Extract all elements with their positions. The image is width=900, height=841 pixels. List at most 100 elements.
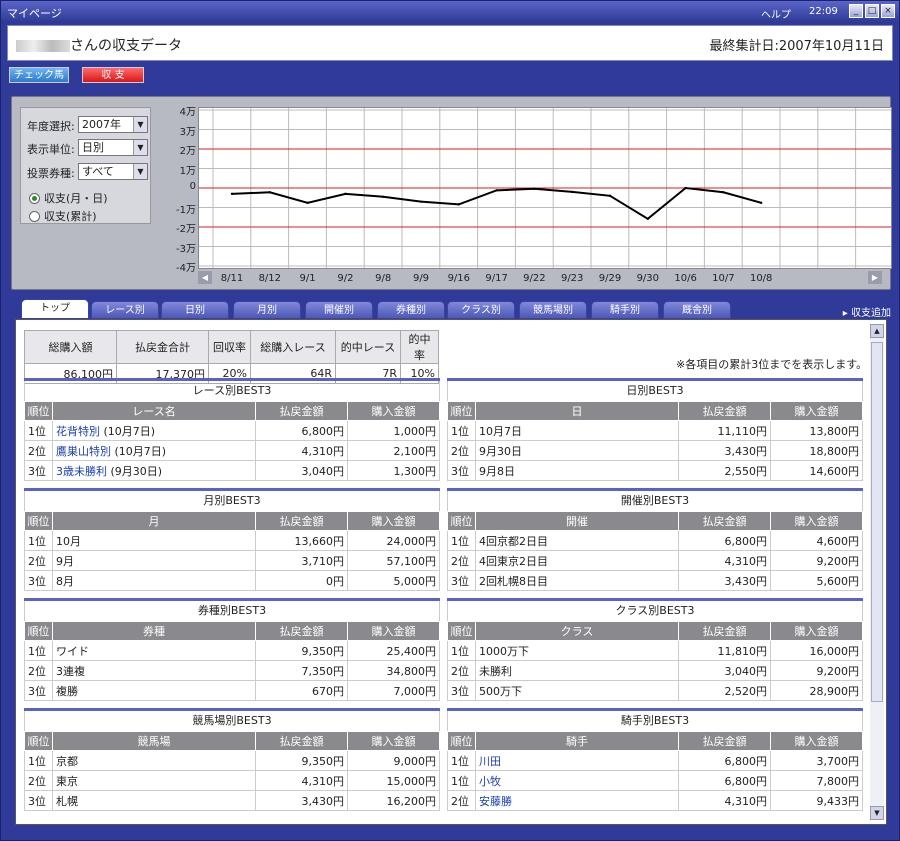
name-cell: 川田: [475, 750, 679, 771]
unit-select-value: 日別: [82, 141, 104, 154]
tab-1[interactable]: レース別: [91, 301, 159, 319]
rank-cell: 2位: [24, 770, 53, 791]
table-row: 2位 9月 3,710円 57,100円: [24, 550, 440, 571]
balance-button[interactable]: 収 支: [82, 67, 144, 83]
scroll-right-button[interactable]: ▶: [868, 271, 882, 284]
purchase-cell: 34,800円: [347, 660, 440, 681]
rank-cell: 3位: [447, 680, 476, 701]
scroll-down-button[interactable]: ▼: [870, 806, 884, 820]
x-tick-label: 9/29: [598, 273, 622, 284]
vertical-scrollbar[interactable]: ▲ ▼: [870, 324, 884, 820]
unit-select[interactable]: 日別 ▼: [78, 139, 148, 156]
purchase-cell: 13,800円: [770, 420, 863, 441]
table-row: 3位 9月8日 2,550円 14,600円: [447, 460, 863, 481]
rank-cell: 3位: [24, 460, 53, 481]
payout-cell: 3,040円: [678, 660, 771, 681]
tab-8[interactable]: 騎手別: [591, 301, 659, 319]
box-title: 月別BEST3: [24, 491, 440, 511]
table-row: 3位 500万下 2,520円 28,900円: [447, 680, 863, 701]
data-point: [608, 194, 612, 197]
rank-cell: 2位: [24, 550, 53, 571]
payout-cell: 4,310円: [255, 440, 348, 461]
rank-cell: 1位: [24, 530, 53, 551]
rank-cell: 3位: [24, 680, 53, 701]
best3-box: レース別BEST3 順位 レース名 払戻金額 購入金額 1位 花背特別 (10月7日) 6,8…: [24, 378, 440, 481]
check-horse-button[interactable]: チェック馬: [9, 67, 69, 83]
name-link[interactable]: 3歳未勝利: [56, 465, 107, 478]
best3-table: 順位 騎手 払戻金額 購入金額 1位 川田 6,800円 3,700円 1位 小牧 6,800円 7,…: [447, 731, 863, 811]
name-cell: 京都: [52, 750, 256, 771]
name-date: (10月7日): [100, 424, 156, 438]
purchase-cell: 4,600円: [770, 530, 863, 551]
column-header: 券種: [52, 621, 256, 641]
table-row: 2位 鷹巣山特別 (10月7日) 4,310円 2,100円: [24, 440, 440, 461]
tab-9[interactable]: 厩舎別: [663, 301, 731, 319]
name-link[interactable]: 安藤勝: [479, 795, 512, 808]
box-title: 券種別BEST3: [24, 601, 440, 621]
radio-cumulative[interactable]: 収支(累計): [29, 208, 97, 224]
scroll-thumb[interactable]: [871, 342, 883, 702]
bet-type-select[interactable]: すべて ▼: [78, 163, 148, 180]
name-link[interactable]: 花背特別: [56, 425, 100, 438]
name-cell: 9月8日: [475, 460, 679, 481]
table-row: 2位 3連複 7,350円 34,800円: [24, 660, 440, 681]
tab-4[interactable]: 開催別: [305, 301, 373, 319]
best3-table: 順位 競馬場 払戻金額 購入金額 1位 京都 9,350円 9,000円 2位 東京 4,310円 1…: [24, 731, 440, 811]
maximize-button[interactable]: □: [865, 4, 879, 18]
tab-0[interactable]: トップ: [21, 299, 89, 319]
payout-cell: 6,800円: [678, 770, 771, 791]
tab-7[interactable]: 競馬場別: [519, 301, 587, 319]
name-text: 9月30日: [479, 444, 522, 458]
minimize-button[interactable]: _: [849, 4, 863, 18]
column-header: クラス: [475, 621, 679, 641]
purchase-cell: 7,000円: [347, 680, 440, 701]
y-tick-label: 0: [189, 181, 196, 192]
year-select[interactable]: 2007年 ▼: [78, 116, 148, 133]
column-header: 順位: [447, 511, 476, 531]
name-link[interactable]: 川田: [479, 755, 501, 768]
summary-table: 総購入額 払戻金合計 回収率 総購入レース 的中レース 的中率 86,100円 17,370…: [24, 330, 439, 384]
column-header: 日: [475, 401, 679, 421]
close-button[interactable]: ×: [881, 4, 895, 18]
tab-5[interactable]: 券種別: [377, 301, 445, 319]
tab-3[interactable]: 月別: [233, 301, 301, 319]
line-chart: [198, 107, 894, 269]
name-cell: ワイド: [52, 640, 256, 661]
payout-cell: 6,800円: [678, 750, 771, 771]
table-header-row: 順位 騎手 払戻金額 購入金額: [447, 731, 863, 751]
column-header: 購入金額: [770, 511, 863, 531]
name-link[interactable]: 小牧: [479, 775, 501, 788]
best3-box: 競馬場別BEST3 順位 競馬場 払戻金額 購入金額 1位 京都 9,350円 9,000円 2位…: [24, 708, 440, 811]
add-balance-link[interactable]: ▸ 収支追加: [843, 304, 891, 319]
name-cell: 4回東京2日目: [475, 550, 679, 571]
table-row: 3位 複勝 670円 7,000円: [24, 680, 440, 701]
column-header: 順位: [24, 401, 53, 421]
data-point: [306, 201, 309, 205]
scroll-up-button[interactable]: ▲: [870, 324, 884, 338]
table-row: 1位 10月7日 11,110円 13,800円: [447, 420, 863, 441]
rank-cell: 1位: [24, 420, 53, 441]
tab-6[interactable]: クラス別: [447, 301, 515, 319]
name-text: 10月: [56, 534, 81, 548]
table-row: 2位 東京 4,310円 15,000円: [24, 770, 440, 791]
tab-2[interactable]: 日別: [161, 301, 229, 319]
name-cell: 4回京都2日目: [475, 530, 679, 551]
rank-cell: 3位: [447, 460, 476, 481]
name-cell: 未勝利: [475, 660, 679, 681]
best3-box: 開催別BEST3 順位 開催 払戻金額 購入金額 1位 4回京都2日目 6,800円 4,600…: [447, 488, 863, 591]
column-header: 騎手: [475, 731, 679, 751]
help-link[interactable]: ヘルプ: [761, 6, 791, 21]
name-cell: 安藤勝: [475, 790, 679, 811]
rank-cell: 2位: [447, 790, 476, 811]
purchase-cell: 5,000円: [347, 570, 440, 591]
y-tick-label: 4万: [179, 107, 196, 118]
name-link[interactable]: 鷹巣山特別: [56, 445, 111, 458]
column-header: 購入金額: [347, 511, 440, 531]
table-header-row: 順位 レース名 払戻金額 購入金額: [24, 401, 440, 421]
data-point: [495, 189, 498, 192]
y-tick-label: -1万: [176, 204, 196, 216]
best3-table: 順位 開催 払戻金額 購入金額 1位 4回京都2日目 6,800円 4,600円 2位 4回東京2…: [447, 511, 863, 591]
scroll-left-button[interactable]: ◀: [198, 271, 212, 284]
name-text: 3連複: [56, 664, 85, 678]
radio-monthly-daily[interactable]: 収支(月・日): [29, 190, 108, 206]
